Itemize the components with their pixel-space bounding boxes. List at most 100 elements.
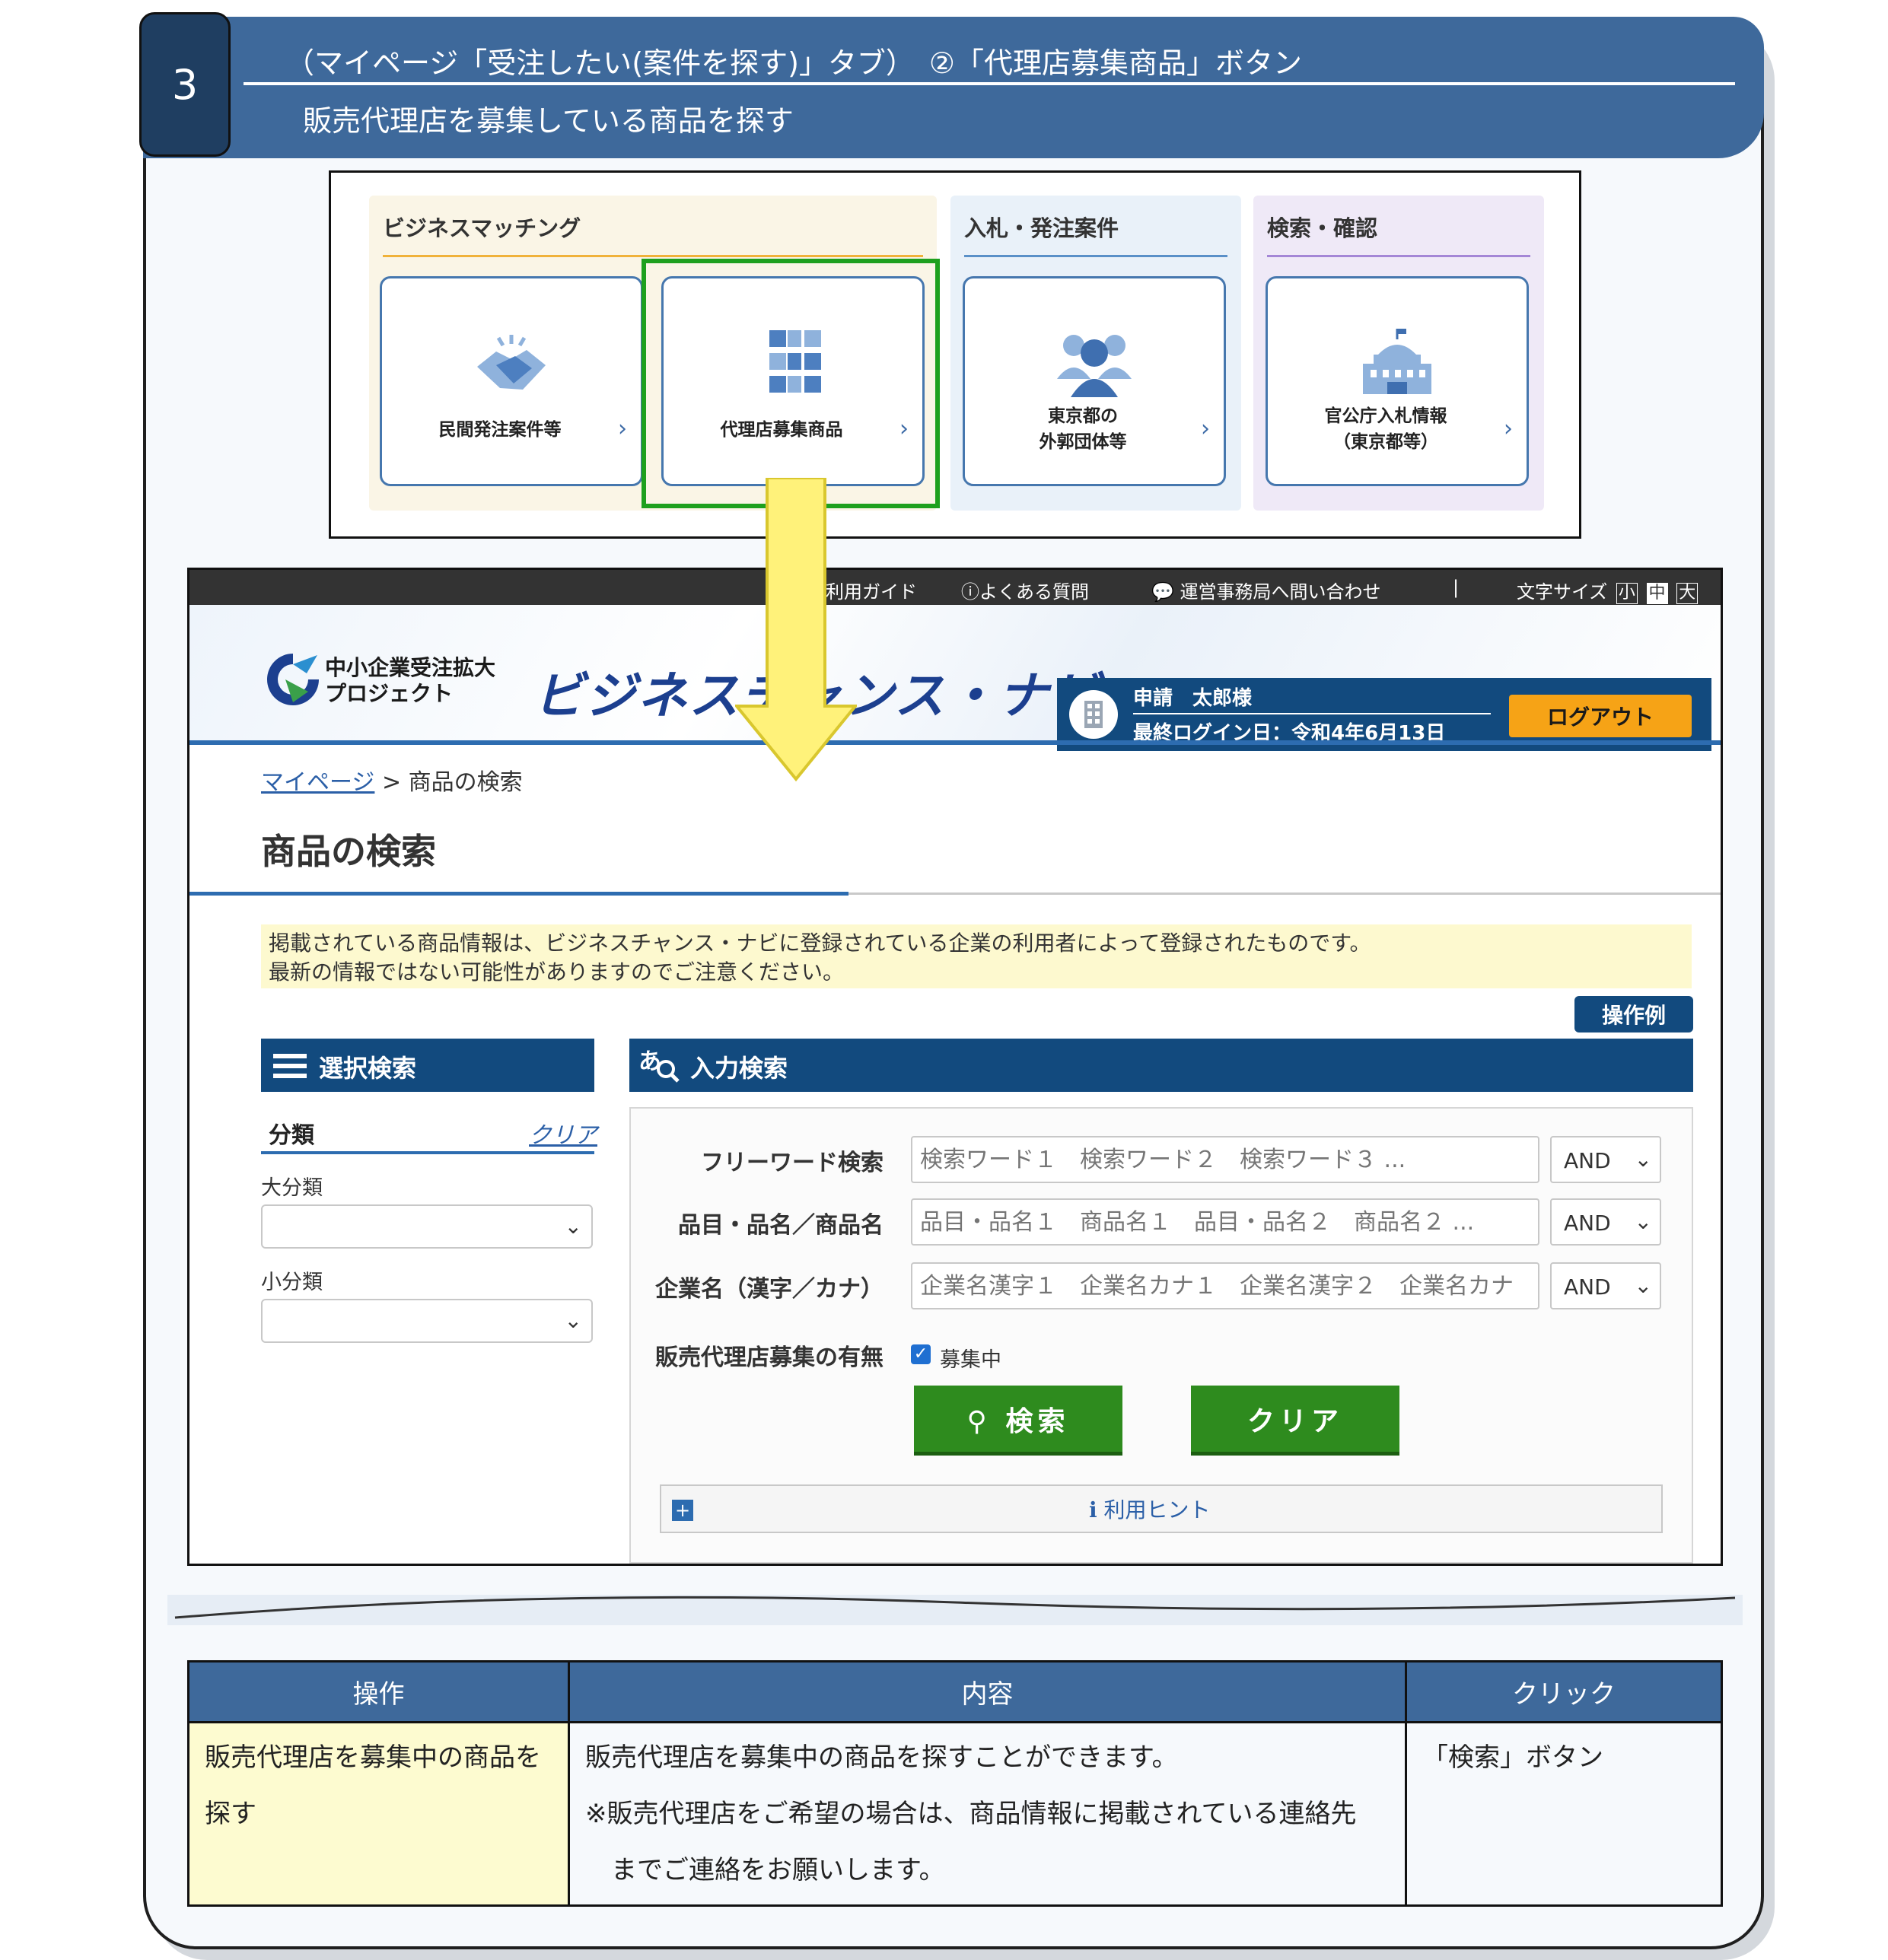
tile-label-line1: 東京都の — [1048, 406, 1118, 426]
expand-icon[interactable]: + — [672, 1500, 693, 1521]
section-title: 入札・発注案件 — [964, 215, 1119, 241]
company-name-input[interactable] — [911, 1262, 1539, 1309]
breadcrumb: マイページ > 商品の検索 — [261, 763, 523, 797]
chevron-right-icon: › — [618, 415, 627, 442]
company-operator-select[interactable]: AND ⌄ — [1550, 1262, 1661, 1309]
site-header: 中小企業受注拡大 プロジェクト ビジネスチャンス・ナビ 申請 太郎様 最終ログイ… — [189, 605, 1721, 751]
font-small-button[interactable]: 小 — [1616, 583, 1638, 604]
free-word-input[interactable] — [911, 1136, 1539, 1183]
user-name: 申請 太郎様 — [1133, 687, 1253, 710]
chevron-down-icon: ⌄ — [1634, 1273, 1652, 1298]
company-name-label: 企業名（漢字／カナ） — [655, 1276, 884, 1303]
font-size-controls: 文字サイズ 小 中 大 — [1517, 577, 1699, 604]
notice-line2: 最新の情報ではない可能性がありますのでご注意ください。 — [269, 959, 845, 985]
clear-button[interactable]: クリア — [1191, 1386, 1399, 1456]
item-name-input[interactable] — [911, 1198, 1539, 1246]
tile-label-line2: 外郭団体等 — [1039, 432, 1127, 452]
operation-table: 操作 内容 クリック 販売代理店を募集中の商品を 探す 販売代理店を募集中の商品… — [187, 1660, 1723, 1907]
operator-value: AND — [1564, 1274, 1611, 1300]
font-medium-button[interactable]: 中 — [1646, 583, 1668, 604]
section-bids: 入札・発注案件 東京都の 外郭団体等 › — [950, 196, 1241, 511]
major-category-label: 大分類 — [261, 1176, 323, 1200]
title-rule-accent — [189, 892, 848, 896]
item-operator-select[interactable]: AND ⌄ — [1550, 1198, 1661, 1246]
faq-link[interactable]: ⓘよくある質問 — [961, 577, 1089, 603]
major-category-select[interactable]: ⌄ — [261, 1204, 593, 1249]
logo-line2: プロジェクト — [325, 681, 454, 706]
content-line1: 販売代理店を募集中の商品を探すことができます。 — [585, 1742, 1178, 1773]
operation-line1: 販売代理店を募集中の商品を — [205, 1742, 541, 1773]
minor-category-select[interactable]: ⌄ — [261, 1299, 593, 1343]
step-number-badge: 3 — [139, 12, 231, 157]
highlight-box — [642, 259, 940, 508]
tile-label-line1: 官公庁入札情報 — [1324, 406, 1447, 426]
tile-label: 官公庁入札情報 （東京都等） — [1268, 403, 1504, 455]
top-utility-bar: 利用ガイド ⓘよくある質問 💬 運営事務局へ問い合わせ | 文字サイズ 小 中 … — [189, 570, 1721, 605]
cell-operation: 販売代理店を募集中の商品を 探す — [187, 1721, 570, 1907]
tile-private-orders[interactable]: 民間発注案件等 › — [380, 276, 643, 486]
menu-icon — [273, 1054, 307, 1080]
notice-box: 掲載されている商品情報は、ビジネスチャンス・ナビに登録されている企業の利用者によ… — [261, 924, 1692, 988]
section-underline — [383, 255, 923, 257]
free-word-label: フリーワード検索 — [701, 1150, 884, 1176]
search-icon: ⚲ — [966, 1405, 1006, 1437]
section-search: 検索・確認 官公庁入札情報 （東京都等） › — [1253, 196, 1544, 511]
building-icon — [1069, 690, 1118, 739]
section-underline — [1267, 255, 1530, 257]
content-line2: ※販売代理店をご希望の場合は、商品情報に掲載されている連絡先 — [585, 1799, 1357, 1829]
text-search-icon: あ — [638, 1048, 680, 1083]
user-divider — [1133, 713, 1491, 714]
operator-value: AND — [1564, 1211, 1611, 1236]
header-click: クリック — [1405, 1660, 1723, 1723]
contact-label: 運営事務局へ問い合わせ — [1180, 581, 1381, 603]
chevron-right-icon: › — [1504, 415, 1513, 442]
recruiting-checkbox[interactable]: ✓ — [911, 1344, 931, 1364]
arrow-down-icon — [735, 478, 857, 782]
search-button-label: 検索 — [1005, 1405, 1070, 1437]
notice-line1: 掲載されている商品情報は、ビジネスチャンス・ナビに登録されている企業の利用者によ… — [269, 931, 1371, 956]
category-rule — [261, 1151, 594, 1154]
breadcrumb-separator: > — [381, 769, 402, 796]
tile-tokyo-affiliates[interactable]: 東京都の 外郭団体等 › — [963, 276, 1226, 486]
usage-hint[interactable]: ℹ 利用ヒント — [1089, 1494, 1211, 1524]
logo-line1: 中小企業受注拡大 — [325, 655, 496, 680]
info-icon: ℹ — [1089, 1497, 1104, 1522]
agency-recruit-label: 販売代理店募集の有無 — [655, 1344, 884, 1371]
minor-category-label: 小分類 — [261, 1271, 323, 1294]
handshake-icon — [477, 335, 546, 390]
tile-government-bids[interactable]: 官公庁入札情報 （東京都等） › — [1266, 276, 1529, 486]
project-logo-icon — [267, 654, 319, 705]
wave-divider — [167, 1595, 1743, 1625]
people-icon — [1057, 335, 1132, 397]
logout-button[interactable]: ログアウト — [1509, 695, 1692, 737]
usage-hint-bar[interactable]: + ℹ 利用ヒント — [660, 1484, 1663, 1533]
input-search-title: 入力検索 — [690, 1054, 788, 1083]
content-line3: までご連絡をお願いします。 — [585, 1855, 945, 1885]
category-clear-link[interactable]: クリア — [529, 1116, 597, 1150]
font-large-button[interactable]: 大 — [1676, 583, 1699, 604]
breadcrumb-current: 商品の検索 — [408, 769, 523, 796]
tile-label-line2: （東京都等） — [1333, 432, 1438, 452]
cell-content: 販売代理店を募集中の商品を探すことができます。 ※販売代理店をご希望の場合は、商… — [568, 1721, 1407, 1907]
operation-line2: 探す — [205, 1799, 256, 1829]
usage-hint-label: 利用ヒント — [1103, 1497, 1211, 1522]
input-search-header: あ 入力検索 — [629, 1039, 1693, 1092]
topbar-divider: | — [1453, 577, 1460, 598]
chevron-down-icon: ⌄ — [1634, 1209, 1652, 1234]
tile-label: 民間発注案件等 — [438, 420, 562, 440]
header-rule — [189, 740, 1721, 745]
operation-example-button[interactable]: 操作例 — [1574, 996, 1693, 1032]
recruiting-checkbox-label: 募集中 — [940, 1348, 1001, 1372]
section-title: 検索・確認 — [1267, 215, 1378, 241]
free-word-operator-select[interactable]: AND ⌄ — [1550, 1136, 1661, 1183]
breadcrumb-mypage-link[interactable]: マイページ — [261, 769, 374, 796]
table-header-row: 操作 内容 クリック — [187, 1660, 1723, 1723]
step-subheading: 販売代理店を募集している商品を探す — [303, 104, 794, 138]
tile-label: 東京都の 外郭団体等 — [965, 403, 1201, 455]
category-label: 分類 — [269, 1122, 314, 1149]
search-button[interactable]: ⚲ 検索 — [914, 1386, 1122, 1456]
product-search-screenshot: 利用ガイド ⓘよくある質問 💬 運営事務局へ問い合わせ | 文字サイズ 小 中 … — [187, 568, 1723, 1566]
chevron-right-icon: › — [1201, 415, 1210, 442]
speech-bubble-icon: 💬 — [1151, 581, 1180, 603]
contact-link[interactable]: 💬 運営事務局へ問い合わせ — [1151, 577, 1381, 603]
